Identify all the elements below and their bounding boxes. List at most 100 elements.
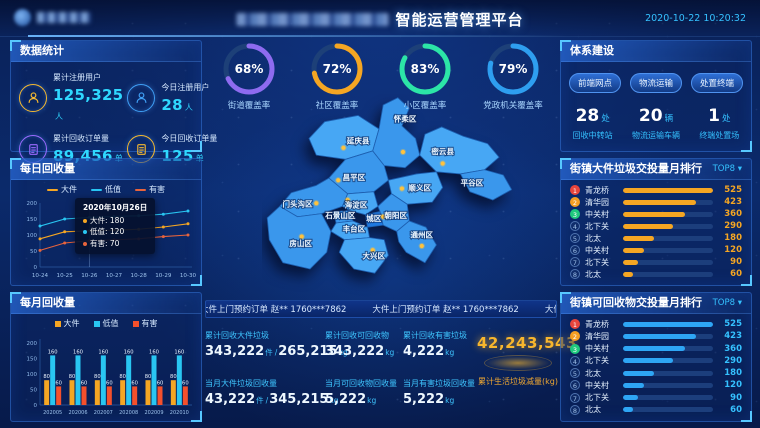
rank-badge: 5 [570, 368, 580, 378]
legend-marker-icon [94, 321, 100, 327]
rank-bar-fill [623, 322, 713, 327]
rank-name: 中关村 [585, 380, 618, 391]
rank-badge: 5 [570, 233, 580, 243]
bar [107, 386, 112, 405]
data-point [63, 242, 66, 245]
system-unit: 处 [722, 114, 731, 124]
rank-badge: 1 [570, 185, 580, 195]
system-tabs: 前端网点物流运输处置终端 [561, 62, 751, 97]
system-number: 1 [708, 106, 720, 126]
x-tick-label: 202008 [119, 410, 138, 416]
summary-unit: 件 [265, 348, 273, 357]
rank-bar-fill [623, 224, 673, 229]
rank-bar-fill [623, 260, 638, 265]
stat-number: 28 [161, 96, 182, 114]
stat-label: 累计注册用户 [53, 72, 123, 83]
rank-bar [623, 371, 713, 376]
data-point [39, 249, 42, 252]
summary-separator: / [266, 396, 269, 405]
bar [70, 380, 75, 405]
gauge-2: 72%社区覆盖率 [295, 42, 379, 111]
gauge-label: 街道覆盖率 [207, 99, 291, 111]
system-tab-3[interactable]: 处置终端 [691, 73, 743, 93]
system-tab-1[interactable]: 前端网点 [569, 73, 621, 93]
legend-marker-icon [135, 189, 146, 191]
rank-bar [623, 395, 713, 400]
summary-stat: 当月大件垃圾回收量43,222件/345,215kg [205, 378, 340, 407]
system-number: 20 [639, 106, 663, 126]
bar [171, 380, 176, 405]
rank-badge: 4 [570, 221, 580, 231]
panel-daily-recycling: 每日回收量 大件低值有害05010015020010-2410-2510-261… [10, 158, 202, 286]
gold-pedestal-icon [484, 355, 552, 371]
rank-name: 青龙桥 [585, 185, 618, 196]
bar [56, 386, 61, 405]
system-value: 28处 [573, 106, 613, 126]
bar-value-label: 60 [131, 380, 138, 386]
title-wrap: 智能运营管理平台 [236, 9, 523, 30]
data-point [63, 230, 66, 233]
tooltip-dot-icon [83, 219, 87, 223]
summary-value: 5,222kg [325, 392, 397, 407]
rank-badge: 8 [570, 405, 580, 415]
total-reduction-block: 42,243,543 累计生活垃圾减量(kg) [477, 334, 559, 387]
header: 智能运营管理平台 2020-10-22 10:20:32 [0, 0, 760, 37]
x-tick-label: 202009 [144, 410, 163, 416]
stat-unit: 人 [55, 112, 63, 121]
x-tick-label: 202007 [94, 410, 113, 416]
rank-badge: 7 [570, 257, 580, 267]
stat-label: 今日注册用户 [161, 82, 209, 93]
bar-chart-svg: 0501001502002020058016060202006801606020… [16, 329, 196, 423]
data-point [39, 225, 42, 228]
x-tick-label: 10-28 [131, 273, 148, 279]
top8-dropdown[interactable]: TOP8 ▾ [713, 159, 742, 179]
system-value: 1处 [699, 106, 739, 126]
map-district-label: 海淀区 [345, 199, 368, 209]
y-tick-label: 0 [34, 265, 38, 271]
y-tick-label: 50 [30, 249, 37, 255]
rank-bar [623, 334, 713, 339]
panel-title-text: 每日回收量 [20, 159, 75, 179]
summary-number: 5,222 [325, 392, 366, 407]
system-label: 物流运输车辆 [632, 130, 680, 141]
system-stat: 1处终端处置场 [699, 106, 739, 141]
system-stat: 20辆物流运输车辆 [632, 106, 680, 141]
system-value: 20辆 [632, 106, 680, 126]
summary-label: 当月可回收物回收量 [325, 378, 397, 389]
rank-value: 180 [718, 233, 742, 243]
tooltip-dot-icon [83, 242, 87, 246]
bar-value-label: 80 [145, 374, 152, 380]
summary-value: 5,222kg [403, 392, 475, 407]
rank-name: 中关村 [585, 209, 618, 220]
ranking-row: 4北下关290 [570, 355, 742, 366]
rank-name: 清华园 [585, 331, 618, 342]
ticker-item: 大件上门预约订单 赵** 1760***7862 [205, 303, 346, 315]
gauge-percent: 83% [398, 42, 452, 96]
rank-bar [623, 383, 713, 388]
x-tick-label: 10-30 [180, 273, 196, 279]
stat-text: 今日注册用户 28人 [161, 82, 209, 114]
total-reduction-label: 累计生活垃圾减量(kg) [477, 376, 559, 387]
rank-bar [623, 236, 713, 241]
rank-name: 北太 [585, 269, 618, 280]
stat-value: 28人 [161, 95, 209, 114]
y-tick-label: 200 [27, 341, 38, 347]
top8-dropdown[interactable]: TOP8 ▾ [713, 293, 742, 313]
ranking-row: 6中关村120 [570, 245, 742, 256]
rank-value: 290 [718, 221, 742, 231]
blurred-title-segment [236, 13, 388, 26]
bar [82, 386, 87, 405]
legend-marker-icon [133, 321, 139, 327]
rank-value: 120 [718, 245, 742, 255]
tooltip-row: 低值: 120 [83, 226, 147, 238]
panel-data-statistics: 数据统计 累计注册用户125,325人今日注册用户28人累计回收订单量89,45… [10, 40, 202, 152]
rank-name: 北下关 [585, 355, 618, 366]
system-tab-2[interactable]: 物流运输 [630, 73, 682, 93]
rank-badge: 6 [570, 245, 580, 255]
panel-title-text: 数据统计 [20, 41, 64, 61]
rank-value: 90 [718, 257, 742, 267]
map-marker-dot-icon [336, 178, 340, 182]
summary-number: 4,222 [403, 344, 444, 359]
rank-bar [623, 188, 713, 193]
page-title: 智能运营管理平台 [395, 9, 523, 30]
